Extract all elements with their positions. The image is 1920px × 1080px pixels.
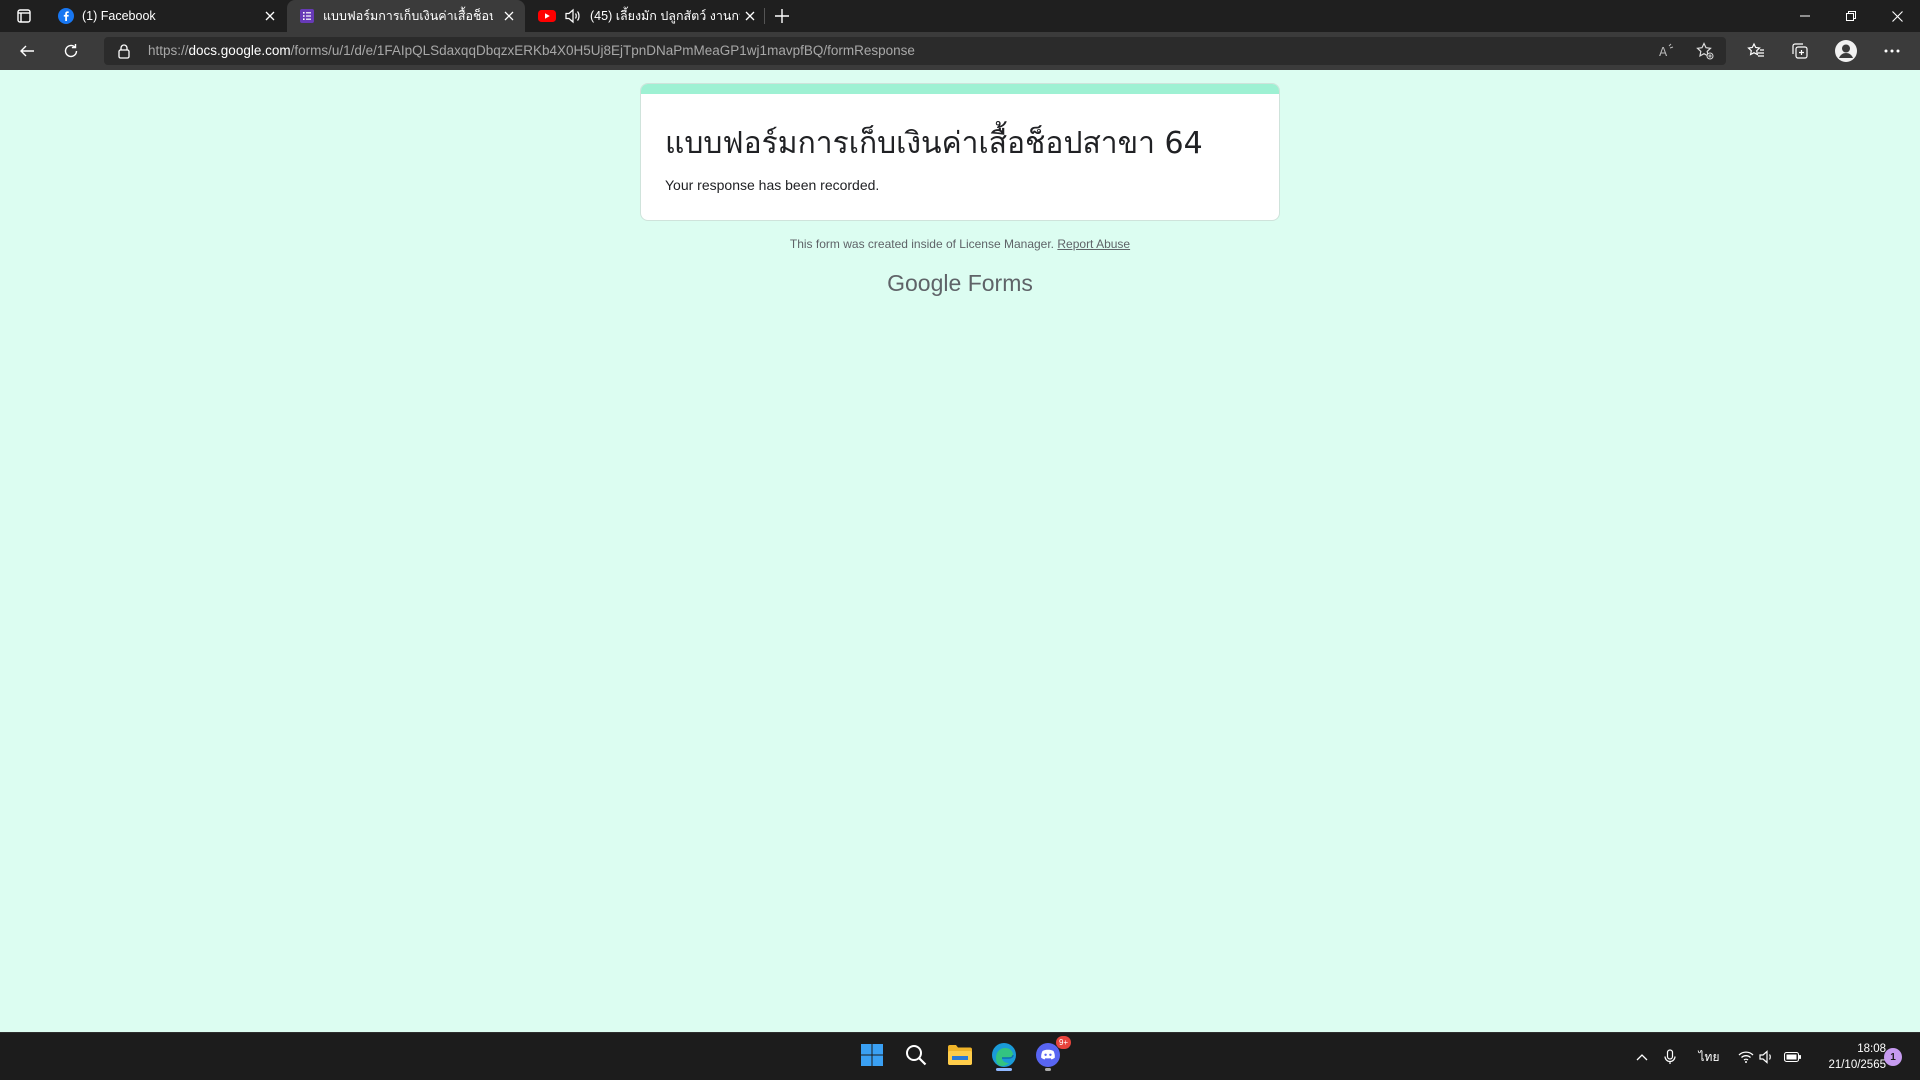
tab-divider <box>764 8 765 24</box>
clock-time: 18:08 <box>1857 1043 1886 1055</box>
refresh-button[interactable] <box>55 37 87 65</box>
response-card: แบบฟอร์มการเก็บเงินค่าเสื้อช็อปสาขา 64 Y… <box>640 83 1280 221</box>
footer-text: This form was created inside of License … <box>789 237 1055 251</box>
form-footer: This form was created inside of License … <box>640 237 1280 251</box>
confirmation-message: Your response has been recorded. <box>665 177 880 193</box>
search-button[interactable] <box>898 1039 934 1075</box>
tab-title: (45) เลี้ยงมัก ปลูกสัตว์ งานกน้อย <box>590 9 740 23</box>
url-scheme: https:// <box>148 43 189 58</box>
discord-badge: 9+ <box>1056 1036 1071 1049</box>
youtube-icon <box>538 9 556 23</box>
tab-actions-icon[interactable] <box>10 6 38 26</box>
collections-icon[interactable] <box>1784 37 1816 65</box>
url-text[interactable]: https://docs.google.com/forms/u/1/d/e/1F… <box>148 43 915 58</box>
tab-title: (1) Facebook <box>82 9 156 23</box>
google-forms-icon <box>299 8 315 24</box>
url-host: docs.google.com <box>188 43 291 58</box>
windows-icon <box>860 1043 884 1072</box>
svg-text:A: A <box>1659 45 1668 59</box>
taskbar: 9+ ไทย 18:08 21/10/2565 1 <box>0 1032 1920 1080</box>
microphone-icon[interactable] <box>1658 1033 1682 1080</box>
edge-browser-button[interactable] <box>986 1039 1022 1075</box>
more-options-icon[interactable] <box>1876 37 1908 65</box>
volume-icon[interactable] <box>1756 1033 1778 1080</box>
clock-date: 21/10/2565 <box>1828 1059 1886 1071</box>
file-explorer-button[interactable] <box>942 1039 978 1075</box>
back-button[interactable] <box>11 37 43 65</box>
tab-title: แบบฟอร์มการเก็บเงินค่าเสื้อช็อปสาขา <box>323 9 493 23</box>
address-bar[interactable]: https://docs.google.com/forms/u/1/d/e/1F… <box>104 37 1726 65</box>
card-accent-bar <box>641 84 1279 94</box>
close-window-button[interactable] <box>1874 0 1920 32</box>
tab-youtube[interactable]: (45) เลี้ยงมัก ปลูกสัตว์ งานกน้อย <box>526 0 766 32</box>
tab-google-form[interactable]: แบบฟอร์มการเก็บเงินค่าเสื้อช็อปสาขา <box>287 0 525 32</box>
wifi-icon[interactable] <box>1734 1033 1758 1080</box>
form-title: แบบฟอร์มการเก็บเงินค่าเสื้อช็อปสาขา 64 <box>665 126 1203 161</box>
running-app-indicator <box>1045 1068 1051 1071</box>
close-icon[interactable] <box>501 8 517 24</box>
active-app-indicator <box>996 1068 1012 1071</box>
system-clock[interactable]: 18:08 21/10/2565 <box>1808 1041 1886 1073</box>
input-language[interactable]: ไทย <box>1692 1033 1726 1080</box>
chevron-up-icon <box>1636 1050 1648 1064</box>
new-tab-button[interactable] <box>770 5 794 27</box>
start-button[interactable] <box>854 1039 890 1075</box>
tab-facebook[interactable]: (1) Facebook <box>46 0 286 32</box>
restore-button[interactable] <box>1828 0 1874 32</box>
read-aloud-icon[interactable]: A <box>1656 41 1678 61</box>
google-forms-logo[interactable]: Google Forms <box>640 270 1280 297</box>
search-icon <box>905 1044 927 1071</box>
add-favorite-icon[interactable] <box>1694 41 1716 61</box>
facebook-icon <box>58 8 74 24</box>
close-icon[interactable] <box>742 8 758 24</box>
minimize-button[interactable] <box>1782 0 1828 32</box>
show-hidden-icons-button[interactable] <box>1630 1033 1654 1080</box>
brand-forms: Forms <box>967 270 1033 296</box>
folder-icon <box>947 1044 973 1071</box>
notification-badge[interactable]: 1 <box>1884 1048 1902 1066</box>
report-abuse-link[interactable]: Report Abuse <box>1057 237 1130 251</box>
navigation-bar: https://docs.google.com/forms/u/1/d/e/1F… <box>0 32 1920 70</box>
tab-strip: (1) Facebook แบบฟอร์มการเก็บเงินค่าเสื้อ… <box>0 0 1920 32</box>
speaker-icon[interactable] <box>564 8 582 24</box>
close-icon[interactable] <box>262 8 278 24</box>
lock-icon[interactable] <box>116 43 132 59</box>
url-path: /forms/u/1/d/e/1FAIpQLSdaxqqDbqzxERKb4X0… <box>290 43 915 58</box>
battery-icon[interactable] <box>1780 1033 1806 1080</box>
discord-button[interactable]: 9+ <box>1030 1036 1071 1075</box>
brand-google: Google <box>887 270 962 296</box>
favorites-icon[interactable] <box>1740 37 1772 65</box>
profile-avatar[interactable] <box>1830 37 1862 65</box>
